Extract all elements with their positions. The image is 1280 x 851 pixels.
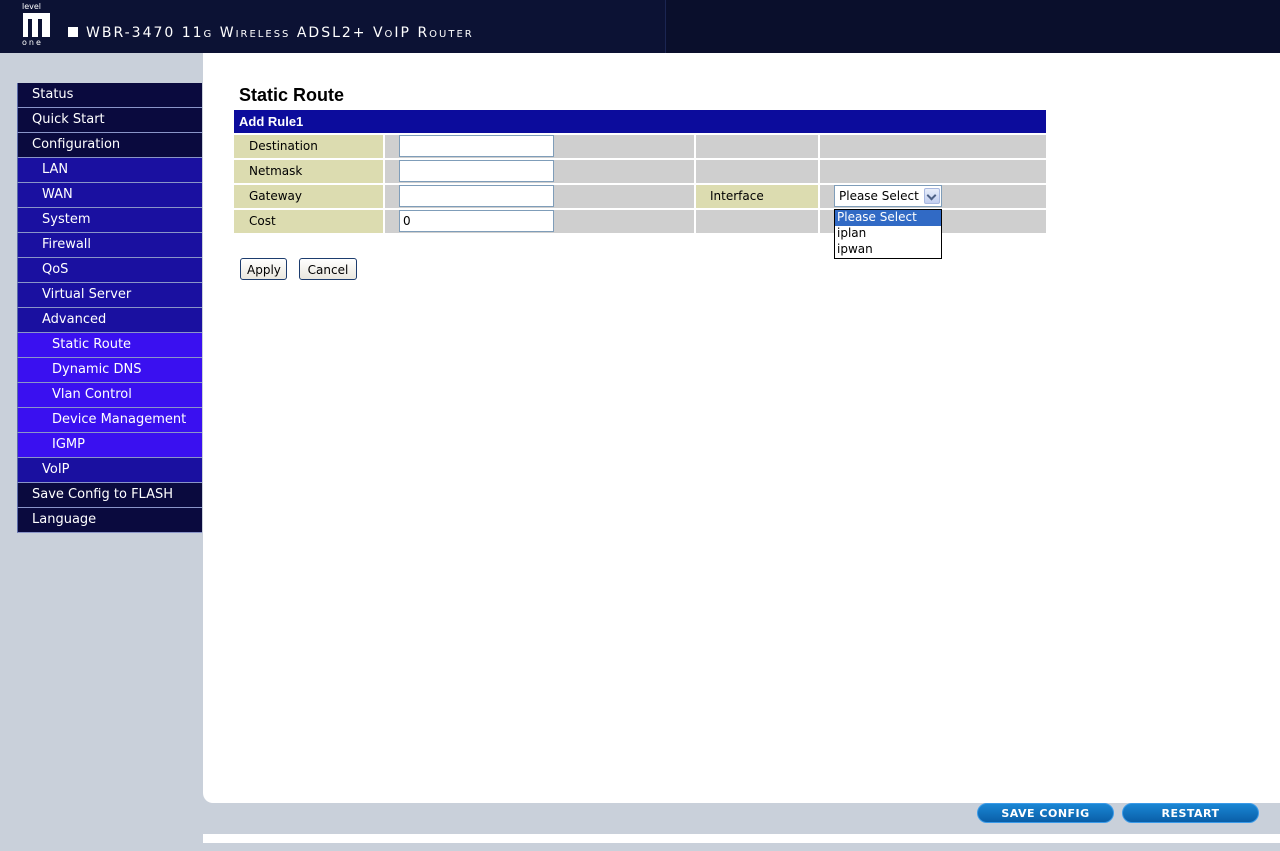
sidebar-item-static-route[interactable]: Static Route xyxy=(17,333,202,358)
apply-button[interactable]: Apply xyxy=(240,258,287,280)
bottom-strip xyxy=(203,834,1280,843)
product-title: WBR-3470 11g Wireless ADSL2+ VoIP Router xyxy=(68,25,474,41)
sidebar-item-firewall[interactable]: Firewall xyxy=(17,233,202,258)
netmask-input[interactable] xyxy=(399,160,554,182)
header-right-panel xyxy=(665,0,1280,53)
logo-text-top: level xyxy=(22,2,42,11)
sidebar-item-igmp[interactable]: IGMP xyxy=(17,433,202,458)
main-content: Static Route Add Rule1 Destination Netma… xyxy=(203,53,1280,803)
sidebar-item-quick-start[interactable]: Quick Start xyxy=(17,108,202,133)
cost-label: Cost xyxy=(234,210,383,233)
netmask-label: Netmask xyxy=(234,160,383,183)
square-bullet-icon xyxy=(68,27,78,37)
restart-button[interactable]: RESTART xyxy=(1122,803,1259,823)
interface-select-value: Please Select xyxy=(839,189,919,203)
sidebar-item-wan[interactable]: WAN xyxy=(17,183,202,208)
rule-header: Add Rule1 xyxy=(234,110,1046,133)
gateway-input-cell xyxy=(383,185,694,208)
sidebar-item-configuration[interactable]: Configuration xyxy=(17,133,202,158)
interface-option-please-select[interactable]: Please Select xyxy=(835,210,941,226)
sidebar-item-device-management[interactable]: Device Management xyxy=(17,408,202,433)
product-title-text: WBR-3470 11g Wireless ADSL2+ VoIP Router xyxy=(86,25,474,41)
gateway-row: Gateway Interface Please Select xyxy=(234,183,1046,208)
chevron-down-icon[interactable] xyxy=(924,188,940,204)
netmask-row: Netmask xyxy=(234,158,1046,183)
sidebar-item-vlan-control[interactable]: Vlan Control xyxy=(17,383,202,408)
interface-options-list: Please Select iplan ipwan xyxy=(834,209,942,259)
destination-label: Destination xyxy=(234,135,383,158)
sidebar-item-voip[interactable]: VoIP xyxy=(17,458,202,483)
logo-text-bottom: one xyxy=(22,38,43,47)
destination-input[interactable] xyxy=(399,135,554,157)
sidebar-item-language[interactable]: Language xyxy=(17,508,202,533)
destination-input-cell xyxy=(383,135,694,158)
empty-cell xyxy=(818,135,1046,158)
interface-option-ipwan[interactable]: ipwan xyxy=(835,242,941,258)
logo-mark xyxy=(23,13,50,37)
empty-cell xyxy=(694,135,818,158)
gateway-label: Gateway xyxy=(234,185,383,208)
sidebar-item-save-config-to-flash[interactable]: Save Config to FLASH xyxy=(17,483,202,508)
cost-input[interactable] xyxy=(399,210,554,232)
sidebar-item-lan[interactable]: LAN xyxy=(17,158,202,183)
sidebar-item-status[interactable]: Status xyxy=(17,83,202,108)
sidebar-item-virtual-server[interactable]: Virtual Server xyxy=(17,283,202,308)
interface-label: Interface xyxy=(694,185,818,208)
destination-row: Destination xyxy=(234,133,1046,158)
gateway-input[interactable] xyxy=(399,185,554,207)
levelone-logo: level one xyxy=(20,2,56,48)
sidebar-item-system[interactable]: System xyxy=(17,208,202,233)
empty-cell xyxy=(694,160,818,183)
sidebar-item-qos[interactable]: QoS xyxy=(17,258,202,283)
interface-select-cell: Please Select xyxy=(818,185,1046,208)
header-bar: level one WBR-3470 11g Wireless ADSL2+ V… xyxy=(0,0,1280,53)
interface-option-iplan[interactable]: iplan xyxy=(835,226,941,242)
empty-cell xyxy=(818,160,1046,183)
cancel-button[interactable]: Cancel xyxy=(299,258,357,280)
sidebar-item-dynamic-dns[interactable]: Dynamic DNS xyxy=(17,358,202,383)
netmask-input-cell xyxy=(383,160,694,183)
save-config-button[interactable]: SAVE CONFIG xyxy=(977,803,1114,823)
page-title: Static Route xyxy=(239,85,345,105)
empty-cell xyxy=(694,210,818,233)
cost-input-cell xyxy=(383,210,694,233)
sidebar-item-advanced[interactable]: Advanced xyxy=(17,308,202,333)
interface-select[interactable]: Please Select xyxy=(834,185,942,207)
sidebar-nav: Status Quick Start Configuration LAN WAN Syst… xyxy=(17,83,202,533)
